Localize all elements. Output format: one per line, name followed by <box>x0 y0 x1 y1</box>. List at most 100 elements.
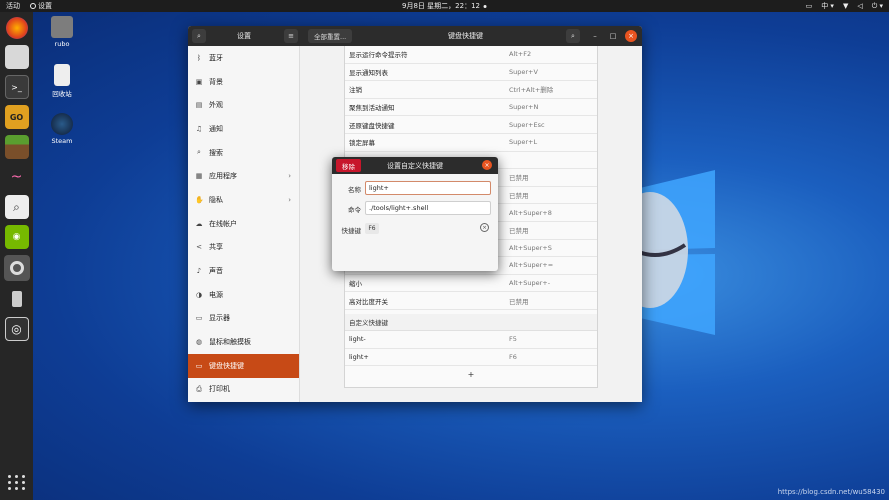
input-method[interactable]: 中 ▾ <box>821 1 834 11</box>
sidebar-item[interactable]: ▣ 背景 <box>188 70 299 94</box>
minecraft-icon[interactable] <box>4 135 29 159</box>
clear-shortcut-icon[interactable]: × <box>480 223 489 232</box>
desktop-icon-label: rubo <box>54 40 70 48</box>
cloud-icon: ☁ <box>195 219 203 228</box>
shortcut-accel: Alt+Super+- <box>509 279 551 288</box>
close-icon[interactable]: × <box>625 30 637 42</box>
trash-icon <box>54 64 70 86</box>
shortcut-row[interactable]: 注销 Ctrl+Alt+删除 <box>345 81 597 99</box>
sidebar-item[interactable]: ⌕ 搜索 <box>188 141 299 165</box>
hamburger-menu-icon[interactable]: ≡ <box>284 29 298 43</box>
camera-icon[interactable]: ◎ <box>4 317 29 341</box>
power-menu-icon[interactable]: ⏻ ▾ <box>872 2 883 11</box>
shortcut-accel: Super+L <box>509 138 538 147</box>
desktop-home-folder[interactable]: rubo <box>42 16 82 48</box>
sidebar-item[interactable]: ▭ 键盘快捷键 <box>188 353 299 378</box>
sidebar-item-label: 搜索 <box>209 148 223 157</box>
shortcut-name: 显示通知列表 <box>349 68 388 77</box>
screenshot-viewer-icon[interactable]: ⌕ <box>4 195 29 219</box>
app-menu[interactable]: 设置 <box>30 1 52 11</box>
clock-label: 9月8日 星期二，22：12 <box>402 2 480 10</box>
shortcut-label: 快捷键 <box>341 227 362 235</box>
name-field[interactable]: light+ <box>365 181 491 195</box>
shortcut-row[interactable]: 显示运行命令提示符 Alt+F2 <box>345 46 597 64</box>
dialog-title: 设置自定义快捷键 <box>387 161 443 170</box>
sidebar-item[interactable]: ᛒ 蓝牙 <box>188 46 299 70</box>
watermark: https://blog.csdn.net/wu58430 <box>777 488 885 496</box>
show-applications-icon[interactable] <box>5 470 29 494</box>
csgo-icon[interactable]: GO <box>4 105 29 129</box>
shortcut-row[interactable]: 显示通知列表 Super+V <box>345 64 597 82</box>
shortcut-accel: 已禁用 <box>509 297 529 306</box>
desktop-icon-label: 回收站 <box>52 90 72 98</box>
terminal-icon[interactable]: >_ <box>4 75 29 99</box>
shortcut-row[interactable]: 锁定屏幕 Super+L <box>345 134 597 152</box>
shortcut-name: 还原键盘快捷键 <box>349 121 395 130</box>
firefox-icon[interactable] <box>5 17 28 39</box>
share-icon: < <box>196 243 202 252</box>
shortcut-accel: Super+N <box>509 103 539 112</box>
custom-shortcut-row[interactable]: light- F5 <box>345 331 597 349</box>
command-field[interactable]: ./tools/light+.shell <box>365 201 491 215</box>
usb-drive-icon[interactable] <box>5 287 29 311</box>
shortcut-row[interactable]: 缩小 Alt+Super+- <box>345 275 597 293</box>
sidebar-item[interactable]: ◍ 鼠标和触摸板 <box>188 330 299 354</box>
shortcut-row[interactable]: 聚焦到活动通知 Super+N <box>345 99 597 117</box>
sidebar-item[interactable]: ✋ 隐私 › <box>188 188 299 212</box>
sidebar-item[interactable]: < 共享 <box>188 236 299 260</box>
background-icon: ▣ <box>195 77 203 86</box>
bluetooth-icon: ᛒ <box>196 53 202 62</box>
desktop-trash[interactable]: 回收站 <box>42 64 82 98</box>
sidebar-item-label: 隐私 <box>209 195 223 204</box>
keyboard-icon[interactable]: ▭ <box>806 2 813 10</box>
kali-icon[interactable]: ~ <box>5 165 29 189</box>
nvidia-icon[interactable]: ◉ <box>4 225 29 249</box>
mouse-icon: ◍ <box>195 338 203 347</box>
hand-icon: ✋ <box>195 195 204 204</box>
printer-icon: ⎙ <box>196 384 202 393</box>
sidebar-item-label: 电源 <box>209 290 223 299</box>
shortcut-row[interactable]: 高对比度开关 已禁用 <box>345 292 597 310</box>
shortcut-accel: 已禁用 <box>509 174 529 183</box>
shortcut-accel: Super+V <box>509 67 538 76</box>
clock[interactable]: 9月8日 星期二，22：12 <box>402 1 487 11</box>
sidebar-item-label: 通知 <box>209 124 223 133</box>
sidebar-item[interactable]: ◑ 电源 <box>188 283 299 307</box>
sidebar-item[interactable]: ⎙ 打印机 <box>188 378 299 402</box>
maximize-icon[interactable]: □ <box>607 30 619 42</box>
remove-button[interactable]: 移除 <box>336 159 361 172</box>
network-icon[interactable]: ▼ <box>843 2 848 10</box>
dialog-close-icon[interactable]: × <box>482 160 492 170</box>
grid-icon: ▦ <box>195 172 203 181</box>
reset-all-button[interactable]: 全部重置... <box>308 29 353 43</box>
minimize-icon[interactable]: – <box>589 30 601 42</box>
activities-button[interactable]: 活动 <box>6 1 20 11</box>
sidebar-item[interactable]: ☁ 在线帐户 <box>188 212 299 236</box>
custom-shortcut-row[interactable]: light+ F6 <box>345 349 597 367</box>
shortcut-key[interactable]: F6 <box>365 223 379 234</box>
settings-icon[interactable] <box>3 255 30 281</box>
shortcut-accel: F6 <box>509 352 517 361</box>
shortcut-accel: Super+Esc <box>509 120 545 129</box>
sidebar-item-label: 在线帐户 <box>209 219 237 228</box>
steam-icon <box>51 113 73 135</box>
shortcut-accel: 已禁用 <box>509 192 529 201</box>
monitor-icon: ▭ <box>195 314 203 323</box>
shortcut-accel: F5 <box>509 335 517 344</box>
desktop-steam[interactable]: Steam <box>42 113 82 145</box>
sidebar-item[interactable]: ▦ 应用程序 › <box>188 164 299 188</box>
sidebar-item[interactable]: ♫ 通知 <box>188 117 299 141</box>
shortcut-row[interactable]: 还原键盘快捷键 Super+Esc <box>345 116 597 134</box>
gear-icon <box>30 3 36 9</box>
add-shortcut-button[interactable]: + <box>345 367 597 382</box>
music-icon: ♪ <box>196 267 202 276</box>
search-shortcuts-icon[interactable]: ⌕ <box>566 29 580 43</box>
search-icon: ⌕ <box>197 148 201 157</box>
files-icon[interactable] <box>4 45 29 69</box>
header-bar: ⌕ 设置 ≡ 全部重置... 键盘快捷键 ⌕ – □ × <box>188 26 642 46</box>
sidebar-item[interactable]: ♪ 声音 <box>188 259 299 283</box>
volume-icon[interactable]: ◁ <box>857 2 862 10</box>
sidebar-item[interactable]: ▤ 外观 <box>188 93 299 117</box>
sidebar-item[interactable]: ▭ 显示器 <box>188 307 299 331</box>
shortcut-accel: Alt+F2 <box>509 50 532 59</box>
